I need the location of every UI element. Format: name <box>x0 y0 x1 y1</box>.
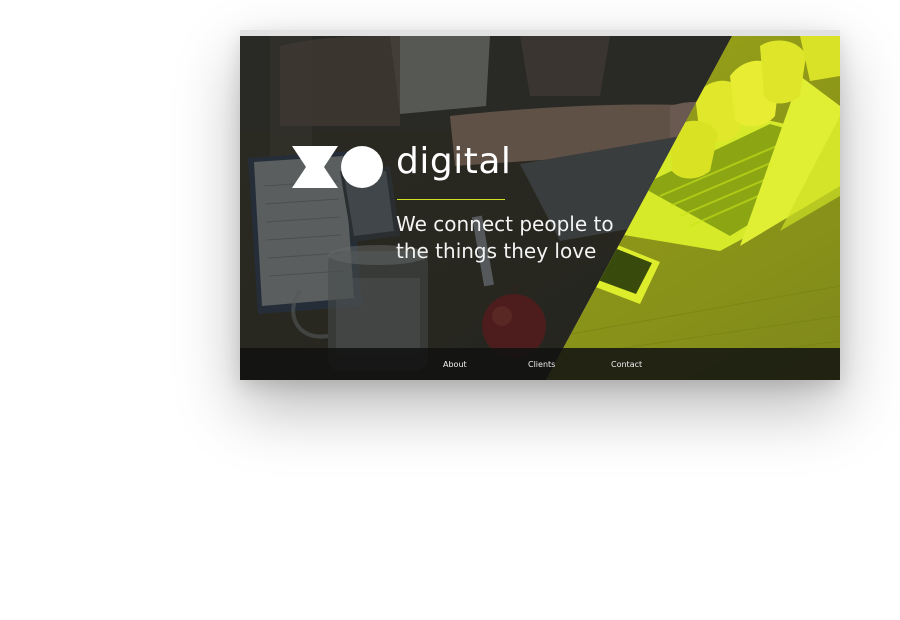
nav-link-contact[interactable]: Contact <box>611 348 642 380</box>
tagline-line-1: We connect people to <box>396 212 614 236</box>
brand-name: digital <box>396 141 512 182</box>
brand-underline <box>397 199 505 200</box>
nav-link-clients[interactable]: Clients <box>528 348 555 380</box>
hero-tagline: We connect people to the things they lov… <box>396 211 656 265</box>
nav-link-about[interactable]: About <box>443 348 467 380</box>
xo-logo-icon <box>292 146 383 188</box>
browser-window: digital We connect people to the things … <box>240 30 840 380</box>
hero-background-photo <box>240 36 840 380</box>
nav-bar: About Clients Contact <box>240 348 840 380</box>
page-background: digital We connect people to the things … <box>0 0 900 620</box>
hero-section: digital We connect people to the things … <box>240 36 840 380</box>
tagline-line-2: the things they love <box>396 239 597 263</box>
